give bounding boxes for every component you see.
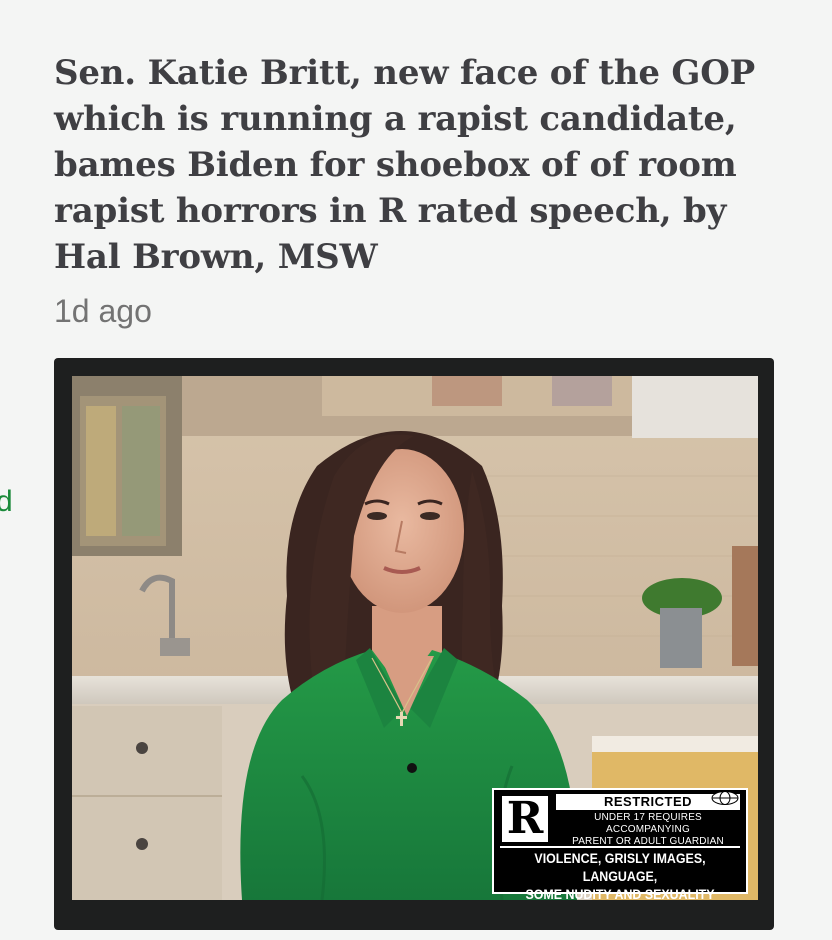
- article-image[interactable]: R RESTRICTED UNDER 17 REQUIRES ACCOMPANY…: [54, 358, 774, 930]
- rating-requirement-line-1: UNDER 17 REQUIRES ACCOMPANYING: [594, 812, 702, 835]
- rating-letter: R: [502, 796, 548, 842]
- photo-senator-kitchen: R RESTRICTED UNDER 17 REQUIRES ACCOMPANY…: [72, 376, 758, 900]
- article-headline[interactable]: Sen. Katie Britt, new face of the GOP wh…: [54, 50, 784, 280]
- article-timestamp: 1d ago: [54, 293, 152, 329]
- rating-label-text: RESTRICTED: [603, 794, 693, 809]
- rating-requirement: UNDER 17 REQUIRES ACCOMPANYING PARENT OR…: [556, 812, 740, 848]
- rating-reason: VIOLENCE, GRISLY IMAGES, LANGUAGE, SOME …: [508, 850, 732, 900]
- rating-reason-line-2: SOME NUDITY AND SEXUALITY: [525, 887, 715, 900]
- article-card[interactable]: Sen. Katie Britt, new face of the GOP wh…: [54, 50, 784, 330]
- globe-icon: [711, 791, 739, 805]
- sidebar-edge-link[interactable]: d: [0, 482, 13, 522]
- rating-reason-line-1: VIOLENCE, GRISLY IMAGES, LANGUAGE,: [534, 851, 706, 884]
- rating-divider: [500, 846, 740, 848]
- r-rating-badge: R RESTRICTED UNDER 17 REQUIRES ACCOMPANY…: [492, 788, 748, 900]
